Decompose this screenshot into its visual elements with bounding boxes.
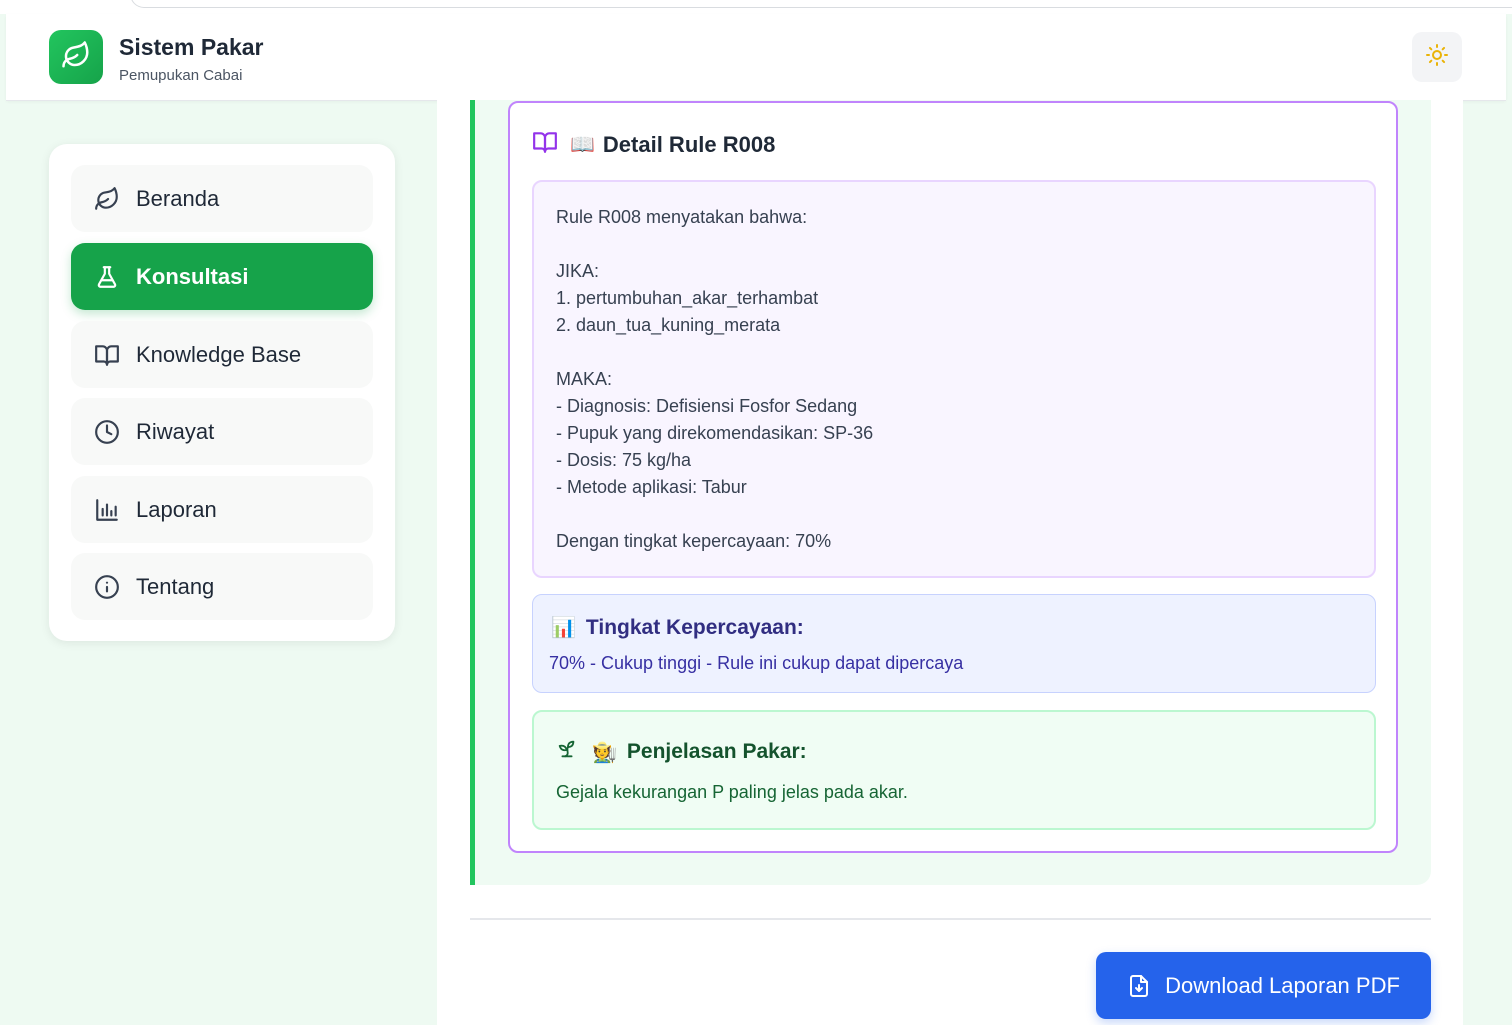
rule-line: Rule R008 menyatakan bahwa: xyxy=(556,207,808,227)
expert-explanation-box: 🧑‍🌾 Penjelasan Pakar: Gejala kekurangan … xyxy=(532,710,1376,830)
book-icon xyxy=(93,341,121,369)
sun-icon xyxy=(1425,43,1449,72)
rule-line: Dengan tingkat kepercayaan: 70% xyxy=(556,531,832,551)
sidebar-item-laporan[interactable]: Laporan xyxy=(71,476,373,543)
rule-line xyxy=(556,339,1352,366)
app-logo[interactable] xyxy=(49,30,103,84)
expert-header: 🧑‍🌾 Penjelasan Pakar: xyxy=(556,738,807,766)
rule-line: - Pupuk yang direkomendasikan: SP-36 xyxy=(556,423,874,443)
sidebar-item-riwayat[interactable]: Riwayat xyxy=(71,398,373,465)
confidence-header: 📊 Tingkat Kepercayaan: xyxy=(551,615,804,640)
sidebar-item-label: Tentang xyxy=(136,573,215,599)
app-header: Sistem Pakar Pemupukan Cabai xyxy=(6,14,1506,101)
expert-title: Penjelasan Pakar: xyxy=(626,740,807,763)
leaf-icon xyxy=(61,40,91,75)
file-download-icon xyxy=(1127,973,1151,999)
confidence-box: 📊 Tingkat Kepercayaan: 70% - Cukup tingg… xyxy=(532,594,1376,693)
book-emoji-icon: 📖 xyxy=(570,134,595,156)
clock-icon xyxy=(93,418,121,446)
farmer-emoji-icon: 🧑‍🌾 xyxy=(592,741,617,764)
app-subtitle: Pemupukan Cabai xyxy=(119,67,243,84)
book-open-icon xyxy=(532,129,558,160)
rule-detail-title: Detail Rule R008 xyxy=(602,131,776,157)
sidebar-nav: Beranda Konsultasi Knowledge Base Riwaya… xyxy=(49,144,395,641)
rule-line: - Metode aplikasi: Tabur xyxy=(556,477,747,497)
section-divider xyxy=(470,918,1431,920)
rule-line: - Diagnosis: Defisiensi Fosfor Sedang xyxy=(556,396,858,416)
leaf-icon xyxy=(93,185,121,213)
confidence-text: 70% - Cukup tinggi - Rule ini cukup dapa… xyxy=(549,653,964,673)
rule-text-box: Rule R008 menyatakan bahwa: JIKA: 1. per… xyxy=(532,180,1376,578)
sidebar-item-konsultasi[interactable]: Konsultasi xyxy=(71,243,373,310)
sidebar-item-label: Konsultasi xyxy=(136,263,249,289)
rule-line: MAKA: xyxy=(556,369,613,389)
sidebar-item-label: Knowledge Base xyxy=(136,341,302,367)
sidebar-item-knowledge-base[interactable]: Knowledge Base xyxy=(71,321,373,388)
sidebar-item-label: Riwayat xyxy=(136,418,215,444)
bar-chart-icon xyxy=(93,496,121,524)
expert-text: Gejala kekurangan P paling jelas pada ak… xyxy=(556,782,908,802)
browser-top-strip xyxy=(0,0,1512,14)
rule-line: 2. daun_tua_kuning_merata xyxy=(556,315,781,335)
sidebar-item-tentang[interactable]: Tentang xyxy=(71,553,373,620)
rule-detail-header: 📖 Detail Rule R008 xyxy=(532,129,775,160)
rule-line xyxy=(556,501,1352,528)
rule-line: JIKA: xyxy=(556,261,600,281)
sprout-icon xyxy=(556,738,578,766)
sidebar-item-beranda[interactable]: Beranda xyxy=(71,165,373,232)
flask-icon xyxy=(93,263,121,291)
theme-toggle-button[interactable] xyxy=(1412,32,1462,82)
confidence-title: Tingkat Kepercayaan: xyxy=(585,615,804,639)
download-pdf-label: Download Laporan PDF xyxy=(1165,972,1400,998)
rule-line: 1. pertumbuhan_akar_terhambat xyxy=(556,288,819,308)
rule-line: - Dosis: 75 kg/ha xyxy=(556,450,692,470)
info-icon xyxy=(93,573,121,601)
sidebar-item-label: Beranda xyxy=(136,185,220,211)
sidebar-item-label: Laporan xyxy=(136,496,217,522)
download-pdf-button[interactable]: Download Laporan PDF xyxy=(1096,952,1431,1019)
chart-emoji-icon: 📊 xyxy=(551,617,576,639)
rule-line xyxy=(556,231,1352,258)
rule-detail-card: 📖 Detail Rule R008 Rule R008 menyatakan … xyxy=(508,101,1398,853)
app-title: Sistem Pakar xyxy=(119,34,264,60)
